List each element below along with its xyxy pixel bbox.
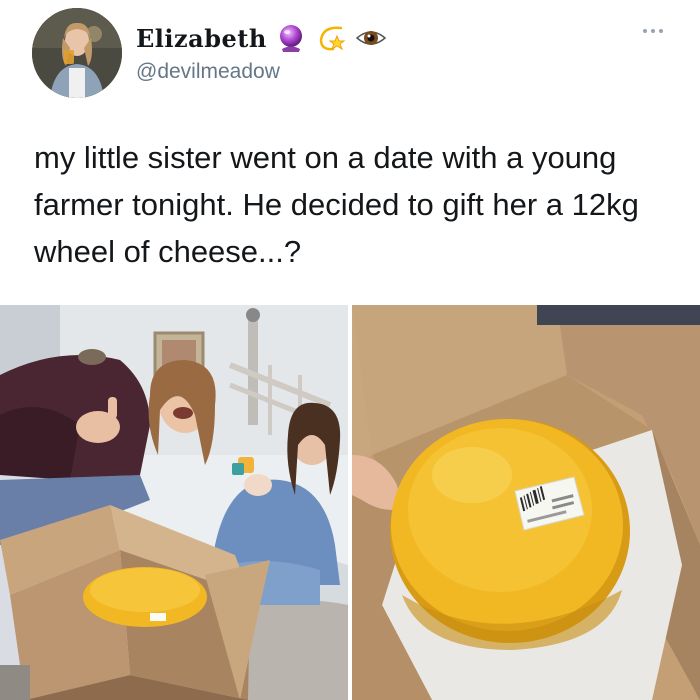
more-options-button[interactable]: [636, 20, 670, 42]
author-handle[interactable]: @devilmeadow: [136, 60, 280, 84]
tweet-text: my little sister went on a date with a y…: [34, 140, 639, 269]
dizzy-star-icon: [315, 22, 347, 54]
photo-cheese-wheel-in-box[interactable]: [352, 305, 700, 700]
tweet-card: Elizabeth @devilmeadow my little sister …: [0, 0, 700, 700]
tweet-media: [0, 305, 700, 700]
photo-sisters-with-cheese-box[interactable]: [0, 305, 348, 700]
crystal-ball-icon: [275, 22, 307, 54]
display-name[interactable]: Elizabeth: [136, 20, 387, 56]
avatar[interactable]: [32, 8, 122, 98]
more-dots-icon: [643, 29, 647, 33]
more-dot: [651, 29, 655, 33]
eye-icon: [355, 22, 387, 54]
display-name-text[interactable]: Elizabeth: [136, 24, 267, 53]
more-dot: [659, 29, 663, 33]
